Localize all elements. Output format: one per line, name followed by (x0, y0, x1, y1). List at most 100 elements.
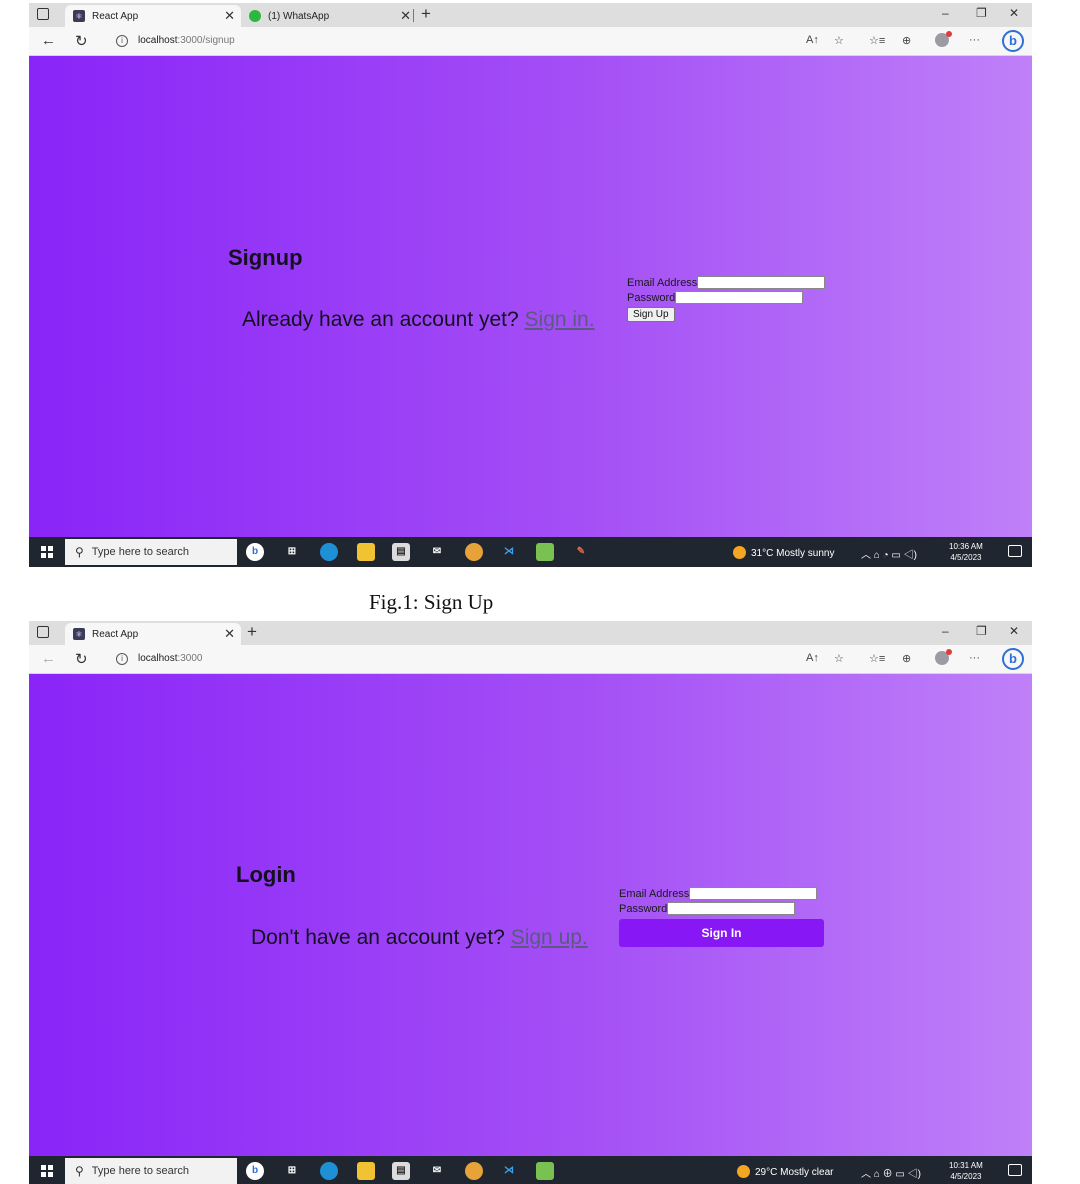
app-icon[interactable]: ✎ (572, 543, 590, 561)
collections-icon[interactable]: ⊕ (902, 34, 911, 47)
search-icon: ⚲ (75, 545, 84, 559)
more-icon[interactable]: ··· (969, 34, 980, 46)
more-icon[interactable]: ··· (969, 652, 980, 664)
tab-whatsapp[interactable]: (1) WhatsApp ✕ (241, 5, 417, 27)
back-icon[interactable]: ← (41, 32, 56, 49)
favorite-add-icon[interactable]: ☆ (834, 652, 844, 665)
profile-avatar-icon[interactable] (935, 31, 952, 47)
store-icon[interactable]: ▤ (392, 1162, 410, 1180)
edge-icon[interactable] (320, 1162, 338, 1180)
chrome-icon[interactable] (465, 1162, 483, 1180)
vscode-icon[interactable]: ⋊ (500, 543, 518, 561)
taskbar: ⚲ Type here to search b ⊞ ▤ ✉ ⋊ 29°C Mos… (29, 1156, 1032, 1184)
edge-icon[interactable] (320, 543, 338, 561)
task-view-icon[interactable]: ⊞ (283, 1162, 301, 1180)
signin-link[interactable]: Sign in. (525, 308, 595, 331)
sign-up-button[interactable]: Sign Up (627, 307, 675, 322)
weather-icon (737, 1165, 750, 1178)
password-field[interactable] (675, 291, 804, 304)
restore-icon[interactable]: ❐ (976, 6, 987, 20)
search-placeholder: Type here to search (91, 1165, 190, 1177)
clock[interactable]: 10:31 AM 4/5/2023 (949, 1160, 983, 1182)
bluestacks-icon[interactable] (536, 1162, 554, 1180)
read-aloud-icon[interactable]: A↑ (806, 652, 819, 664)
tab-actions-icon[interactable] (37, 626, 49, 638)
windows-start-icon[interactable] (41, 546, 53, 558)
minimize-icon[interactable]: – (942, 6, 949, 20)
tab-react-app[interactable]: ⚛ React App ✕ (65, 5, 241, 27)
clock[interactable]: 10:36 AM 4/5/2023 (949, 541, 983, 563)
page-title: Signup (228, 245, 303, 270)
mail-icon[interactable]: ✉ (428, 1162, 446, 1180)
prompt-text: Already have an account yet? (242, 308, 519, 331)
weather-widget[interactable]: 29°C Mostly clear (737, 1165, 833, 1178)
signup-link[interactable]: Sign up. (511, 926, 588, 949)
system-tray[interactable]: ︿ ⌂ ⊕ ▭ ◁) (861, 1165, 921, 1180)
windows-start-icon[interactable] (41, 1165, 53, 1177)
profile-avatar-icon[interactable] (935, 649, 952, 665)
minimize-icon[interactable]: – (942, 624, 949, 638)
weather-text: 31°C Mostly sunny (751, 548, 835, 559)
tab-title: React App (92, 10, 139, 22)
taskbar: ⚲ Type here to search b ⊞ ▤ ✉ ⋊ ✎ 31°C M… (29, 537, 1032, 567)
close-tab-icon[interactable]: ✕ (224, 8, 235, 24)
weather-widget[interactable]: 31°C Mostly sunny (733, 546, 834, 559)
collections-icon[interactable]: ⊕ (902, 652, 911, 665)
read-aloud-icon[interactable]: A↑ (806, 34, 819, 46)
bing-taskbar-icon[interactable]: b (246, 1162, 264, 1180)
favorites-icon[interactable]: ☆≡ (869, 652, 885, 665)
new-tab-icon[interactable]: + (247, 622, 257, 642)
favorites-icon[interactable]: ☆≡ (869, 34, 885, 47)
file-explorer-icon[interactable] (357, 543, 375, 561)
clock-time: 10:36 AM (949, 542, 983, 551)
chrome-icon[interactable] (465, 543, 483, 561)
refresh-icon[interactable]: ↻ (75, 650, 88, 668)
bing-icon[interactable]: b (1002, 30, 1024, 52)
new-tab-icon[interactable]: + (421, 4, 431, 24)
refresh-icon[interactable]: ↻ (75, 32, 88, 50)
signup-screenshot: ⚛ React App ✕ (1) WhatsApp ✕ + – ❐ ✕ ← ↻… (29, 3, 1032, 567)
signup-prompt: Don't have an account yet? Sign up. (251, 926, 588, 950)
tab-divider (413, 9, 414, 22)
login-form: Email Address Password Sign In (619, 886, 824, 947)
url-path: :3000/signup (177, 35, 235, 46)
favorite-add-icon[interactable]: ☆ (834, 34, 844, 47)
password-field[interactable] (667, 902, 796, 915)
notification-icon[interactable] (1008, 1164, 1022, 1176)
url-field[interactable]: localhost:3000 (138, 653, 203, 664)
url-field[interactable]: localhost:3000/signup (138, 35, 235, 46)
react-icon: ⚛ (73, 628, 85, 640)
sign-in-button[interactable]: Sign In (619, 919, 824, 947)
notification-icon[interactable] (1008, 545, 1022, 557)
store-icon[interactable]: ▤ (392, 543, 410, 561)
back-icon[interactable]: ← (41, 650, 56, 667)
email-field[interactable] (697, 276, 826, 289)
weather-text: 29°C Mostly clear (755, 1167, 834, 1178)
email-field[interactable] (689, 887, 818, 900)
close-window-icon[interactable]: ✕ (1009, 624, 1019, 638)
tab-strip: ⚛ React App ✕ + – ❐ ✕ (29, 621, 1032, 645)
task-view-icon[interactable]: ⊞ (283, 543, 301, 561)
url-path: :3000 (177, 653, 203, 664)
bluestacks-icon[interactable] (536, 543, 554, 561)
system-tray[interactable]: ︿ ⌂ ◔ ▭ ◁) (861, 546, 917, 561)
page-viewport: Signup Already have an account yet? Sign… (29, 56, 1032, 537)
tab-react-app[interactable]: ⚛ React App ✕ (65, 623, 241, 645)
search-placeholder: Type here to search (91, 546, 190, 558)
bing-taskbar-icon[interactable]: b (246, 543, 264, 561)
close-tab-icon[interactable]: ✕ (400, 8, 411, 24)
tab-actions-icon[interactable] (37, 8, 49, 20)
info-icon[interactable]: i (116, 35, 128, 47)
vscode-icon[interactable]: ⋊ (500, 1162, 518, 1180)
restore-icon[interactable]: ❐ (976, 624, 987, 638)
taskbar-search[interactable]: ⚲ Type here to search (65, 539, 237, 565)
tab-title: React App (92, 628, 139, 640)
close-window-icon[interactable]: ✕ (1009, 6, 1019, 20)
file-explorer-icon[interactable] (357, 1162, 375, 1180)
taskbar-search[interactable]: ⚲ Type here to search (65, 1158, 237, 1184)
info-icon[interactable]: i (116, 653, 128, 665)
close-tab-icon[interactable]: ✕ (224, 626, 235, 642)
mail-icon[interactable]: ✉ (428, 543, 446, 561)
signup-form: Email Address Password Sign Up (627, 275, 826, 322)
bing-icon[interactable]: b (1002, 648, 1024, 670)
